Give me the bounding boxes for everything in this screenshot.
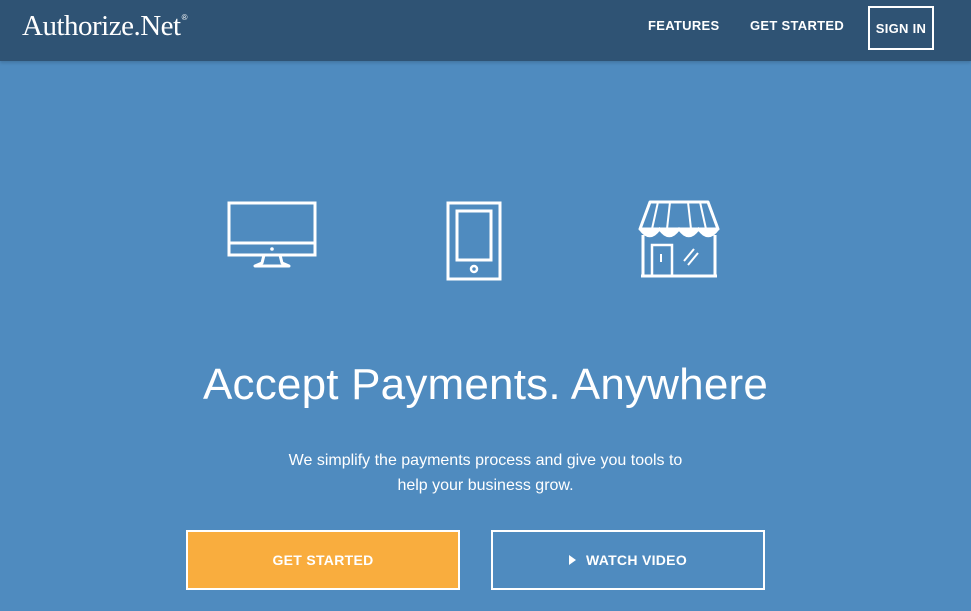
brand-logo[interactable]: Authorize.Net®	[22, 10, 188, 43]
get-started-button[interactable]: GET STARTED	[186, 530, 460, 590]
sign-in-button[interactable]: SIGN IN	[868, 6, 934, 50]
nav-link-get-started[interactable]: GET STARTED	[750, 18, 844, 33]
watch-video-button[interactable]: WATCH VIDEO	[491, 530, 765, 590]
get-started-label: GET STARTED	[272, 552, 374, 568]
desktop-monitor-icon	[226, 200, 318, 270]
hero-subtitle-line-2: help your business grow.	[397, 477, 574, 494]
logo-text: Authorize.Net	[22, 10, 181, 42]
watch-video-label: WATCH VIDEO	[585, 552, 688, 568]
top-navigation-bar: Authorize.Net® FEATURES GET STARTED SIGN…	[0, 0, 971, 61]
registered-mark: ®	[181, 13, 188, 22]
hero-title: Accept Payments. Anywhere	[202, 360, 769, 409]
nav-link-features[interactable]: FEATURES	[648, 18, 720, 33]
storefront-icon	[636, 199, 722, 279]
play-icon	[568, 555, 576, 565]
mobile-phone-icon	[445, 201, 503, 281]
hero-subtitle-line-1: We simplify the payments process and giv…	[288, 452, 683, 469]
